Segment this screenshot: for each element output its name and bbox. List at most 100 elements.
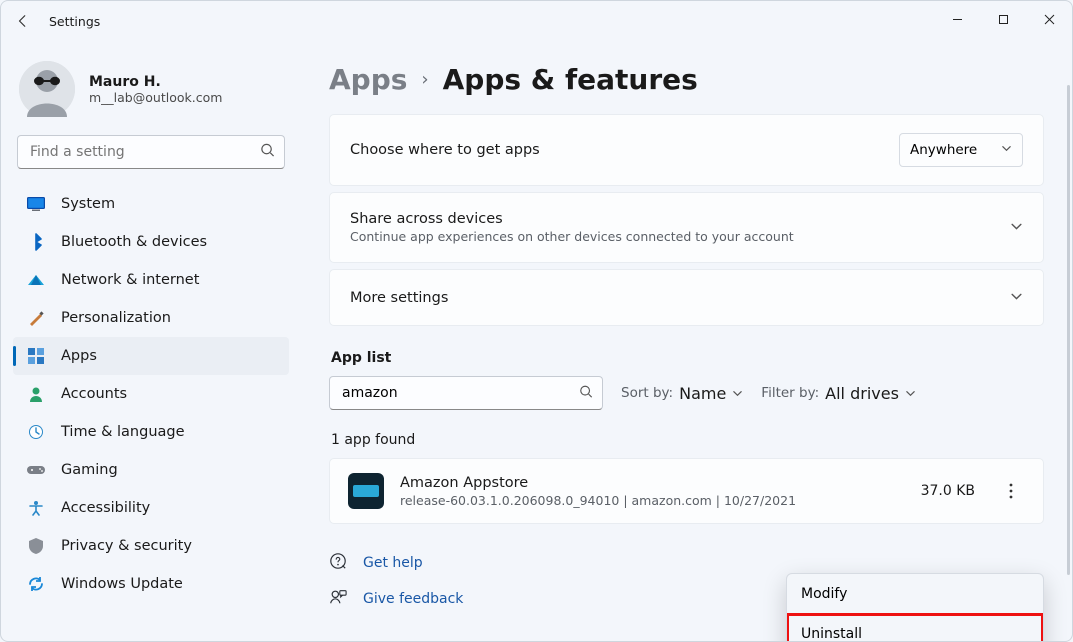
sidebar-item-accessibility[interactable]: Accessibility: [13, 489, 289, 527]
profile-email: m__lab@outlook.com: [89, 90, 222, 105]
sidebar-item-label: Bluetooth & devices: [61, 234, 207, 250]
sidebar-item-time[interactable]: Time & language: [13, 413, 289, 451]
sort-label: Sort by:: [621, 385, 673, 401]
close-button[interactable]: [1026, 1, 1072, 37]
profile-block[interactable]: Mauro H. m__lab@outlook.com: [13, 57, 289, 135]
sidebar-item-gaming[interactable]: Gaming: [13, 451, 289, 489]
feedback-icon: [329, 588, 347, 610]
kebab-icon: [1009, 483, 1013, 499]
app-context-menu: Modify Uninstall: [786, 573, 1044, 641]
maximize-button[interactable]: [980, 1, 1026, 37]
filter-value: All drives: [825, 384, 899, 403]
settings-search-input[interactable]: [17, 135, 285, 169]
system-icon: [27, 195, 45, 213]
app-more-button[interactable]: [997, 477, 1025, 505]
app-meta: release-60.03.1.0.206098.0_94010 | amazo…: [400, 493, 796, 508]
app-search-input[interactable]: [329, 376, 603, 410]
privacy-icon: [27, 537, 45, 555]
menu-modify[interactable]: Modify: [787, 574, 1043, 614]
chevron-down-icon: [1001, 142, 1012, 158]
sidebar: Mauro H. m__lab@outlook.com System Blueto…: [1, 41, 301, 641]
sidebar-item-system[interactable]: System: [13, 185, 289, 223]
window-title: Settings: [49, 14, 100, 29]
update-icon: [27, 575, 45, 593]
chevron-down-icon: [905, 384, 916, 403]
app-count: 1 app found: [331, 432, 1044, 448]
bluetooth-icon: [27, 233, 45, 251]
chevron-down-icon: [1010, 218, 1023, 237]
app-search: [329, 376, 603, 410]
gaming-icon: [27, 461, 45, 479]
scrollbar[interactable]: [1067, 85, 1070, 575]
filter-by-control[interactable]: Filter by: All drives: [761, 384, 916, 403]
minimize-icon: [952, 14, 963, 25]
chevron-down-icon: [732, 384, 743, 403]
sidebar-item-label: System: [61, 196, 115, 212]
app-icon: [348, 473, 384, 509]
sidebar-item-label: Network & internet: [61, 272, 199, 288]
sidebar-item-privacy[interactable]: Privacy & security: [13, 527, 289, 565]
sidebar-item-apps[interactable]: Apps: [13, 337, 289, 375]
app-row[interactable]: Amazon Appstore release-60.03.1.0.206098…: [329, 458, 1044, 524]
get-help-link[interactable]: Get help: [329, 552, 1044, 574]
link-text: Get help: [363, 555, 423, 571]
breadcrumb: Apps › Apps & features: [329, 63, 1044, 96]
settings-window: Settings Mauro H. m__lab@outlook.com: [0, 0, 1073, 642]
sidebar-item-update[interactable]: Windows Update: [13, 565, 289, 603]
settings-search: [17, 135, 285, 169]
main-content: Apps › Apps & features Choose where to g…: [301, 41, 1072, 641]
minimize-button[interactable]: [934, 1, 980, 37]
accounts-icon: [27, 385, 45, 403]
sidebar-item-label: Time & language: [61, 424, 185, 440]
sidebar-item-label: Accessibility: [61, 500, 150, 516]
titlebar: Settings: [1, 1, 1072, 41]
profile-name: Mauro H.: [89, 74, 222, 90]
breadcrumb-current: Apps & features: [443, 63, 698, 96]
sidebar-item-bluetooth[interactable]: Bluetooth & devices: [13, 223, 289, 261]
breadcrumb-parent[interactable]: Apps: [329, 63, 407, 96]
sidebar-item-accounts[interactable]: Accounts: [13, 375, 289, 413]
chevron-right-icon: ›: [421, 69, 428, 90]
filter-label: Filter by:: [761, 385, 819, 401]
help-icon: [329, 552, 347, 574]
app-size: 37.0 KB: [921, 483, 975, 499]
card-share-across-devices[interactable]: Share across devices Continue app experi…: [329, 192, 1044, 263]
window-controls: [934, 1, 1072, 41]
select-value: Anywhere: [910, 142, 977, 158]
sidebar-item-network[interactable]: Network & internet: [13, 261, 289, 299]
chevron-down-icon: [1010, 288, 1023, 307]
card-subtitle: Continue app experiences on other device…: [350, 229, 794, 244]
personalization-icon: [27, 309, 45, 327]
sidebar-item-label: Personalization: [61, 310, 171, 326]
close-icon: [1044, 14, 1055, 25]
link-text: Give feedback: [363, 591, 463, 607]
app-name: Amazon Appstore: [400, 475, 796, 491]
apps-source-select[interactable]: Anywhere: [899, 133, 1023, 167]
app-list-label: App list: [331, 350, 1044, 366]
sidebar-item-personalization[interactable]: Personalization: [13, 299, 289, 337]
time-icon: [27, 423, 45, 441]
back-button[interactable]: [9, 7, 37, 35]
card-title: More settings: [350, 290, 448, 306]
search-icon: [260, 143, 275, 162]
sort-value: Name: [679, 384, 726, 403]
sidebar-item-label: Windows Update: [61, 576, 183, 592]
accessibility-icon: [27, 499, 45, 517]
card-title: Share across devices: [350, 211, 794, 227]
card-more-settings[interactable]: More settings: [329, 269, 1044, 326]
avatar: [19, 61, 75, 117]
search-icon: [579, 384, 593, 403]
card-where-to-get-apps[interactable]: Choose where to get apps Anywhere: [329, 114, 1044, 186]
apps-icon: [27, 347, 45, 365]
card-title: Choose where to get apps: [350, 142, 540, 158]
menu-uninstall[interactable]: Uninstall: [787, 614, 1043, 641]
sidebar-item-label: Privacy & security: [61, 538, 192, 554]
sort-by-control[interactable]: Sort by: Name: [621, 384, 743, 403]
nav: System Bluetooth & devices Network & inter…: [13, 185, 289, 603]
sidebar-item-label: Apps: [61, 348, 97, 364]
network-icon: [27, 271, 45, 289]
arrow-left-icon: [16, 14, 30, 28]
sidebar-item-label: Gaming: [61, 462, 118, 478]
sidebar-item-label: Accounts: [61, 386, 127, 402]
app-list-filters: Sort by: Name Filter by: All drives: [329, 376, 1044, 410]
